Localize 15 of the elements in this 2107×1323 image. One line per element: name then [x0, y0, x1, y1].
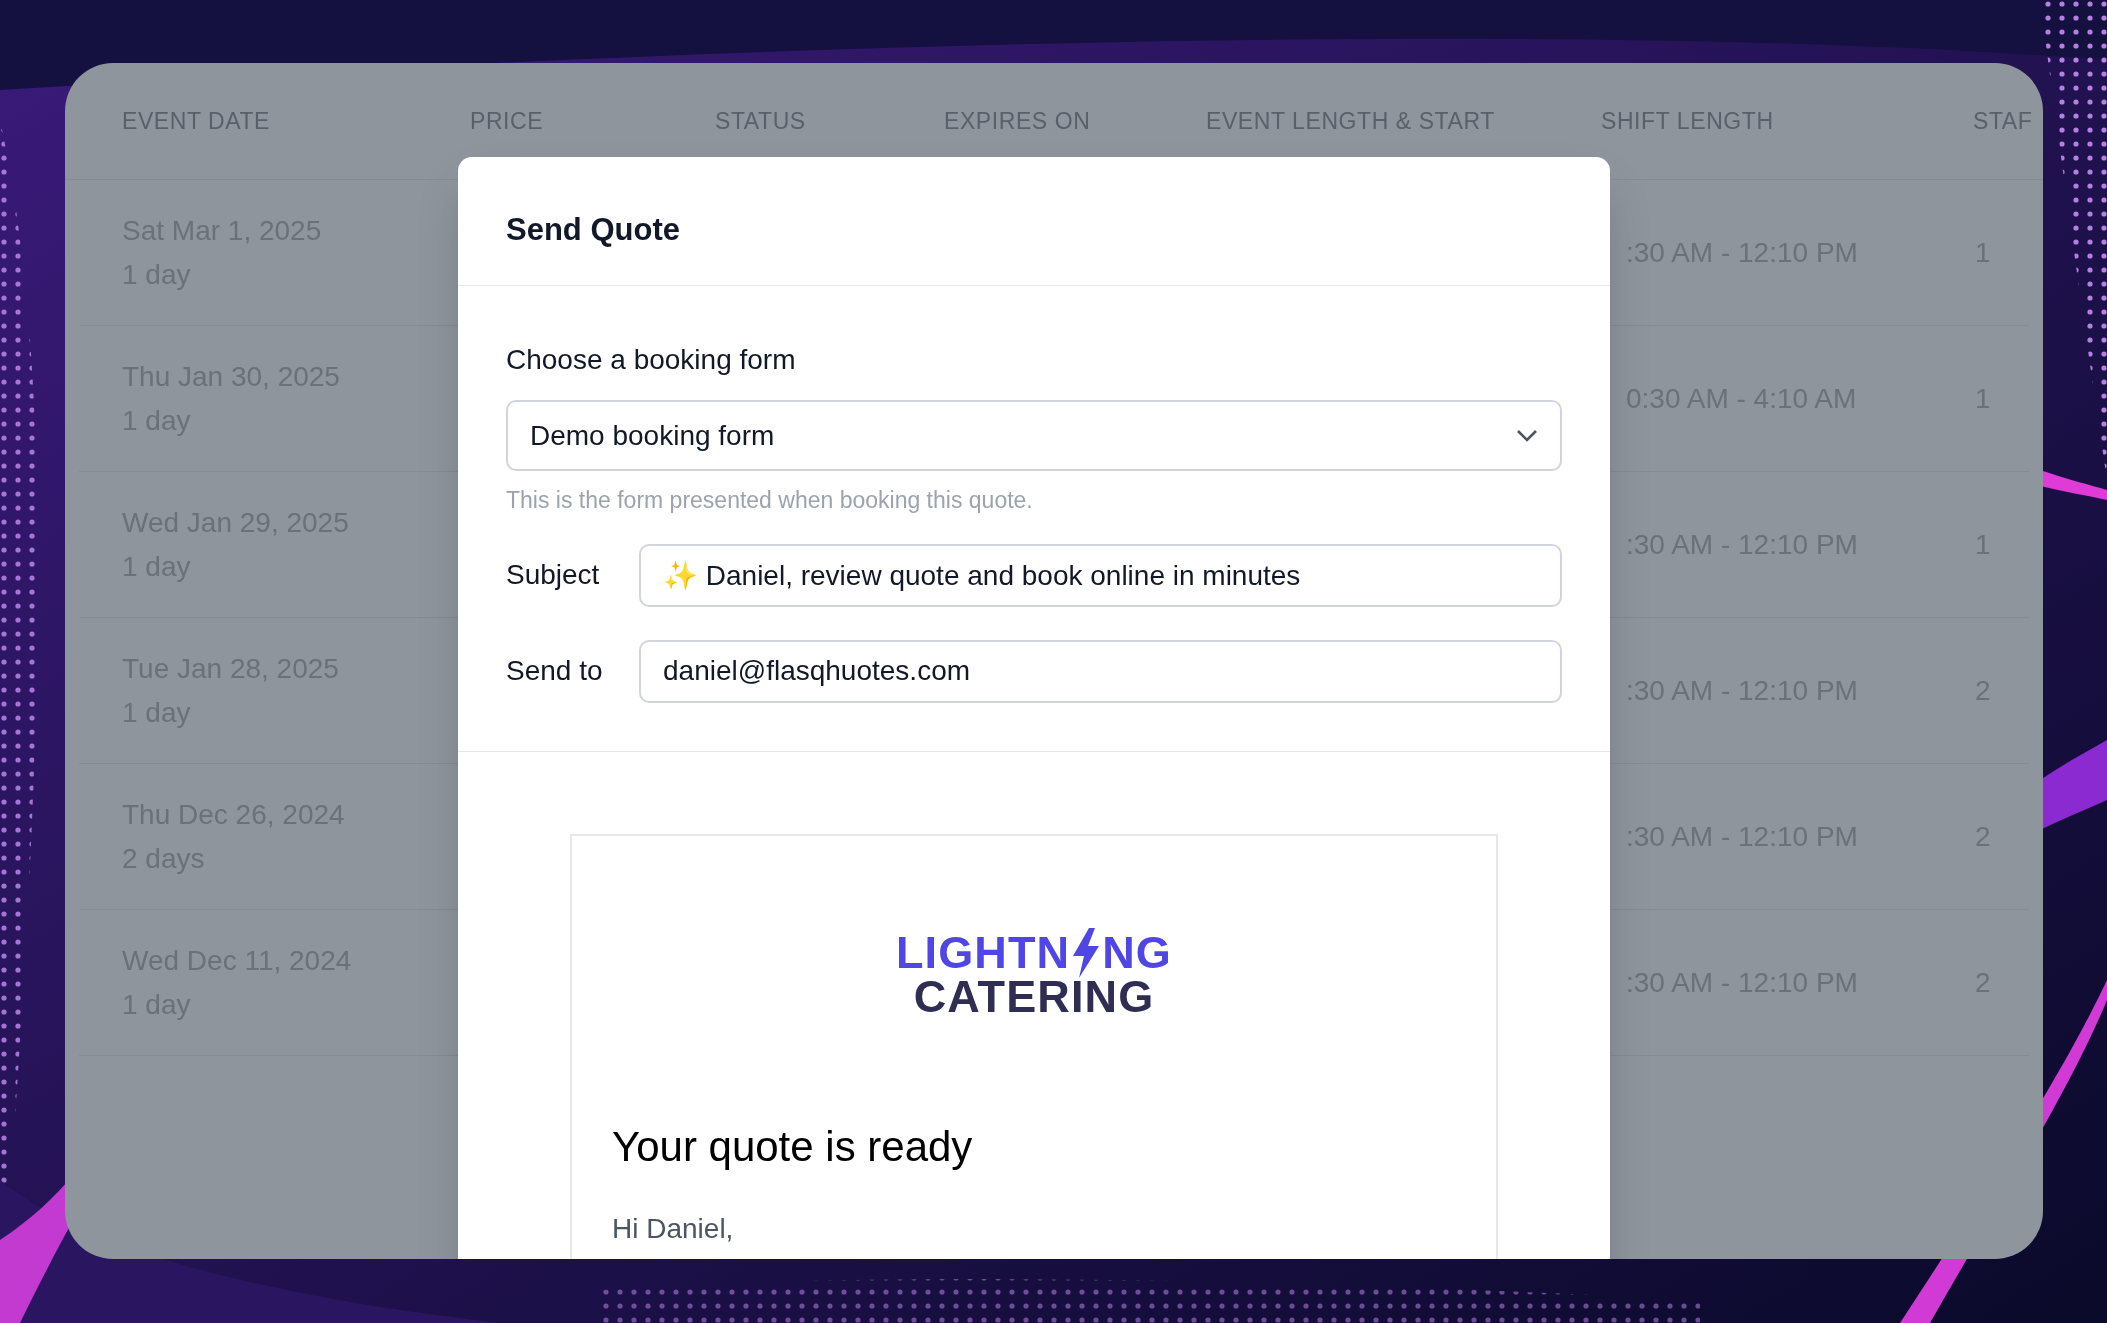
logo-text: NG: [1102, 930, 1172, 975]
recipient-field[interactable]: daniel@flasqhuotes.com: [639, 639, 1562, 703]
field-label: Send to: [506, 654, 604, 688]
email-greeting: Hi Daniel,: [612, 1211, 735, 1246]
logo-text: CATERING: [913, 973, 1155, 1019]
lightning-bolt-icon: [1071, 927, 1102, 978]
logo-text: LIGHTN: [896, 930, 1071, 975]
chevron-down-icon: [1516, 428, 1538, 443]
field-label: Subject: [506, 558, 601, 592]
email-heading: Your quote is ready: [612, 1121, 974, 1172]
subject-field[interactable]: ✨ Daniel, review quote and book online in minutes: [639, 543, 1562, 607]
field-label: Choose a booking form: [506, 346, 797, 374]
booking-form-select[interactable]: Demo booking form: [506, 400, 1562, 471]
helper-text: This is the form presented when booking this quote.: [506, 486, 1034, 515]
dialog-title: Send Quote: [506, 210, 680, 249]
